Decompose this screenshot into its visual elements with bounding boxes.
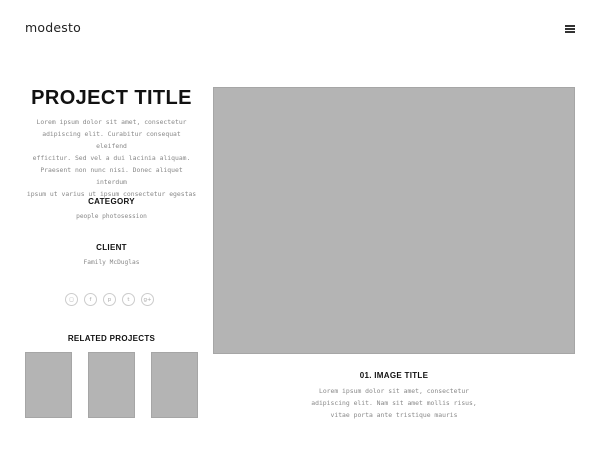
description-line: Lorem ipsum dolor sit amet, consectetur xyxy=(36,118,187,126)
menu-bar xyxy=(565,25,575,27)
description-line: efficitur. Sed vel a dui lacinia aliquam… xyxy=(32,154,191,162)
menu-bar xyxy=(565,31,575,33)
menu-bar xyxy=(565,28,575,30)
main-project-image[interactable] xyxy=(213,87,575,354)
category-value: people photosession xyxy=(76,213,147,220)
description-line: adipiscing elit. Curabitur consequat ele… xyxy=(42,130,181,150)
site-logo[interactable]: modesto xyxy=(25,20,81,35)
project-title: PROJECT TITLE xyxy=(31,87,192,109)
caption-line: Lorem ipsum dolor sit amet, consectetur xyxy=(318,387,470,395)
social-links: ◻ f p t g+ xyxy=(65,293,154,307)
instagram-icon[interactable]: ◻ xyxy=(65,293,78,306)
related-project-thumbnail[interactable] xyxy=(151,352,198,418)
facebook-icon[interactable]: f xyxy=(84,293,97,306)
description-line: Praesent non nunc nisi. Donec aliquet in… xyxy=(40,166,183,186)
caption-line: vitae porta ante tristique mauris xyxy=(330,411,458,419)
twitter-icon[interactable]: t xyxy=(122,293,135,306)
related-project-thumbnail[interactable] xyxy=(25,352,72,418)
related-project-thumbnail[interactable] xyxy=(88,352,135,418)
caption-line: adipiscing elit. Nam sit amet mollis ris… xyxy=(311,399,477,407)
project-info-sidebar: PROJECT TITLE Lorem ipsum dolor sit amet… xyxy=(25,86,198,306)
related-projects-heading: RELATED PROJECTS xyxy=(67,334,156,343)
client-block: CLIENT Family McDuglas xyxy=(25,243,198,266)
hamburger-menu-icon[interactable] xyxy=(565,25,575,33)
image-caption: Lorem ipsum dolor sit amet, consectetur … xyxy=(213,385,575,421)
pinterest-icon[interactable]: p xyxy=(103,293,116,306)
project-description: Lorem ipsum dolor sit amet, consectetur … xyxy=(25,116,198,200)
google-plus-icon[interactable]: g+ xyxy=(141,293,154,306)
category-block: CATEGORY people photosession xyxy=(25,197,198,220)
category-heading: CATEGORY xyxy=(88,197,135,206)
client-heading: CLIENT xyxy=(96,243,127,252)
client-value: Family McDuglas xyxy=(83,259,140,266)
image-title: 01. IMAGE TITLE xyxy=(359,371,429,380)
